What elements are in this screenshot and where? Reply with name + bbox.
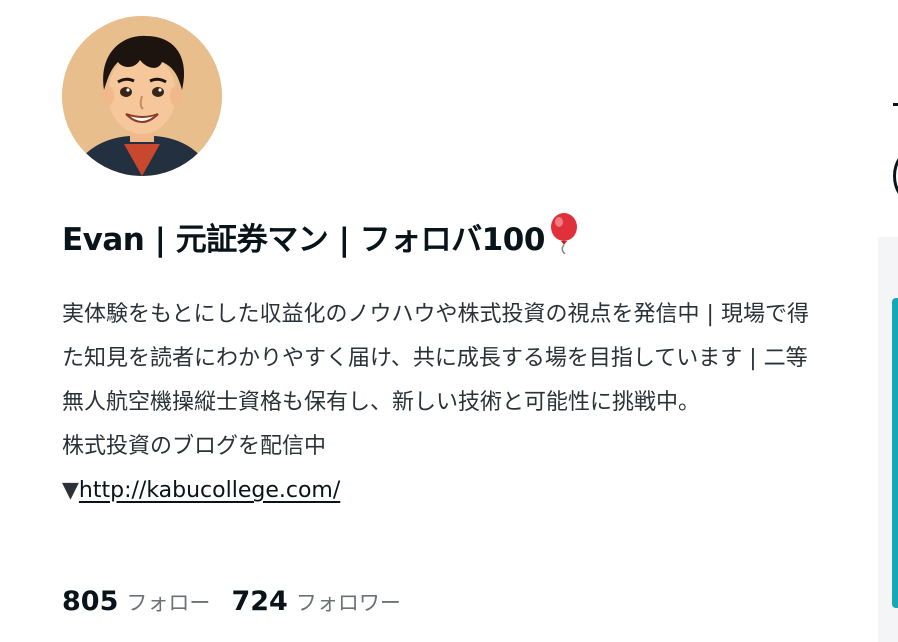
balloon-icon	[547, 212, 581, 268]
bio-link-line: ▼http://kabucollege.com/	[62, 469, 822, 513]
following-stat[interactable]: 805 フォロー	[62, 582, 210, 625]
follow-stats: 805 フォロー 724 フォロワー	[62, 582, 417, 625]
profile-bio: 実体験をもとにした収益化のノウハウや株式投資の視点を発信中 | 現場で得た知見を…	[62, 293, 822, 513]
bio-paragraph: 実体験をもとにした収益化のノウハウや株式投資の視点を発信中 | 現場で得た知見を…	[62, 302, 809, 415]
bio-link-prefix: ▼	[62, 478, 79, 503]
bio-blog-line: 株式投資のブログを配信中	[62, 434, 327, 459]
following-count: 805	[62, 586, 119, 617]
edge-divider	[893, 103, 898, 106]
profile-name: Evan | 元証券マン | フォロバ100	[62, 212, 581, 268]
followers-count: 724	[231, 586, 288, 617]
followers-label: フォロワー	[295, 591, 401, 615]
side-panel-card[interactable]	[892, 298, 898, 608]
profile-name-text: Evan | 元証券マン | フォロバ100	[62, 222, 545, 258]
avatar-illustration	[62, 16, 222, 176]
following-label: フォロー	[126, 591, 211, 615]
blog-link[interactable]: http://kabucollege.com/	[79, 478, 340, 503]
avatar[interactable]	[62, 16, 222, 176]
followers-stat[interactable]: 724 フォロワー	[231, 582, 400, 625]
edge-circle-button[interactable]	[893, 150, 898, 202]
